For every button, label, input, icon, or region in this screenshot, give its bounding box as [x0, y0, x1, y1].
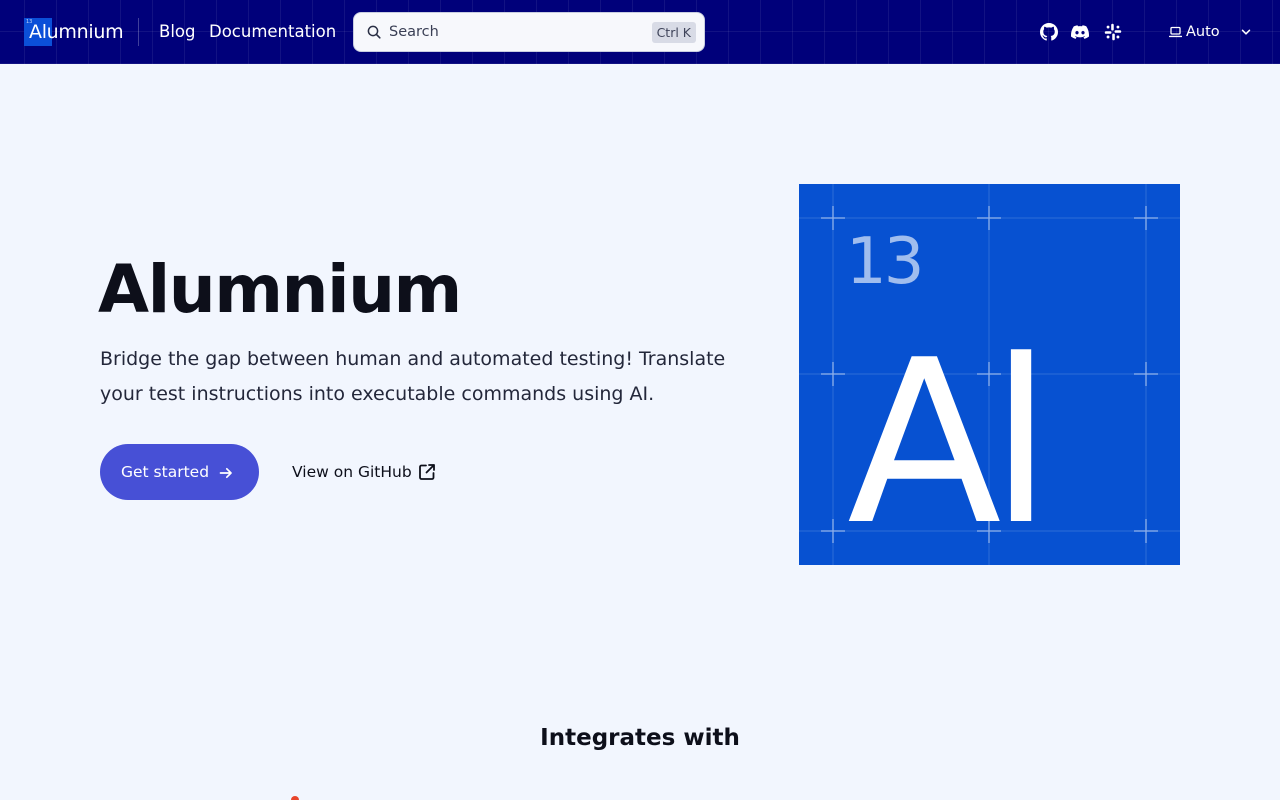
laptop-icon — [1169, 26, 1182, 38]
header-divider — [138, 18, 139, 46]
search-placeholder: Search — [389, 24, 439, 40]
github-link[interactable] — [1040, 23, 1058, 41]
arrow-right-icon — [219, 467, 232, 479]
discord-link[interactable] — [1071, 23, 1090, 41]
hero-tagline: Bridge the gap between human and automat… — [100, 348, 726, 405]
github-icon — [1040, 23, 1058, 41]
search-shortcut-badge: Ctrl K — [651, 22, 696, 43]
logo-text: Alumnium — [29, 21, 124, 43]
atomic-number: 13 — [846, 225, 924, 299]
chevron-down-icon — [1241, 29, 1251, 35]
view-on-github-link[interactable]: View on GitHub — [292, 460, 442, 484]
view-on-github-label: View on GitHub — [292, 463, 412, 481]
search-icon — [367, 25, 381, 39]
integrates-heading: Integrates with — [540, 725, 740, 751]
aluminium-element-tile: 13 Al — [799, 184, 1180, 565]
nav-blog-link[interactable]: Blog — [159, 21, 195, 43]
slack-icon — [1104, 23, 1122, 41]
element-symbol: Al — [847, 312, 1052, 565]
slack-link[interactable] — [1104, 23, 1122, 41]
external-link-icon — [419, 464, 435, 480]
theme-select-value: Auto — [1186, 24, 1220, 40]
hero-title: Alumnium — [98, 251, 462, 328]
nav-documentation-link[interactable]: Documentation — [209, 21, 336, 43]
get-started-label: Get started — [121, 463, 210, 481]
site-header: 13 Alumnium Blog Documentation Search Ct… — [0, 0, 1280, 64]
search-button[interactable]: Search Ctrl K — [353, 12, 705, 52]
integration-logo-icon — [291, 796, 299, 800]
get-started-button[interactable]: Get started — [100, 444, 259, 500]
discord-icon — [1071, 25, 1090, 39]
theme-select[interactable]: Auto — [1164, 20, 1256, 44]
site-logo[interactable]: 13 Alumnium — [24, 18, 124, 46]
